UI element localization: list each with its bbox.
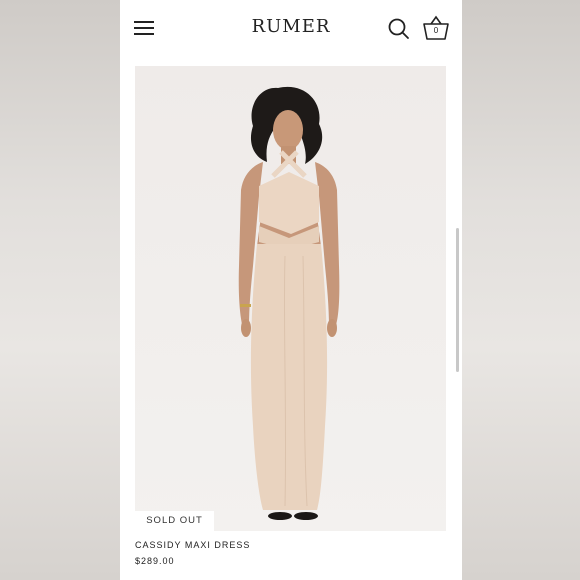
product-image[interactable] [135,66,446,531]
cart-button[interactable]: 0 [422,15,450,41]
sold-out-badge: SOLD OUT [135,511,214,531]
product-name[interactable]: CASSIDY MAXI DRESS [135,540,250,550]
cart-count: 0 [433,26,439,35]
model-photo [238,86,340,520]
phone-screen: RUMER 0 SOLD OUT CASSIDY MAXI DRESS $289… [120,0,462,580]
scrollbar[interactable] [456,228,459,372]
product-price: $289.00 [135,556,175,566]
background-right [462,0,580,580]
site-header: RUMER 0 [120,0,462,56]
search-icon[interactable] [387,17,411,41]
background-left [0,0,120,580]
